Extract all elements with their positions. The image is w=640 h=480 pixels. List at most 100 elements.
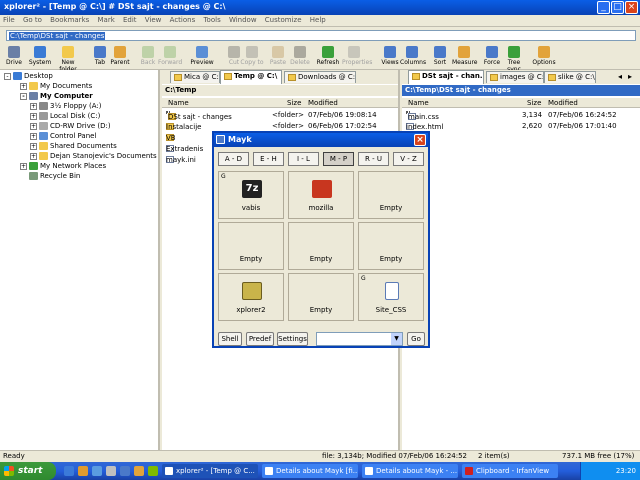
tree-item-control-panel[interactable]: + Control Panel: [30, 132, 96, 142]
tree-item-shared-documents[interactable]: + Shared Documents: [30, 142, 117, 152]
options-button[interactable]: Options: [532, 46, 556, 66]
tree-item-recycle-bin[interactable]: Recycle Bin: [29, 172, 80, 182]
go-button[interactable]: Go: [407, 332, 425, 346]
tree-item-my-computer[interactable]: - My Computer: [20, 92, 93, 102]
minimize-button[interactable]: _: [597, 1, 610, 14]
system-button[interactable]: System: [28, 46, 52, 66]
menu-window[interactable]: Window: [226, 15, 260, 25]
menu-goto[interactable]: Go to: [20, 15, 45, 25]
measure-button[interactable]: Measure: [452, 46, 478, 66]
tree-item-cd-drive[interactable]: + CD-RW Drive (D:): [30, 122, 111, 132]
folder-tree[interactable]: - Desktop + My Documents - My Computer +3½ …: [0, 70, 160, 450]
refresh-button[interactable]: Refresh: [316, 46, 340, 66]
dialog-title-bar[interactable]: Mayk ×: [214, 133, 428, 147]
table-row[interactable]: DSt sajt - changes <folder> 07/Feb/06 19:0…: [162, 110, 398, 121]
settings-button[interactable]: Settings: [277, 332, 308, 346]
task-details-mayk-2[interactable]: Details about Mayk - ...: [362, 464, 458, 478]
menu-bookmarks[interactable]: Bookmarks: [47, 15, 92, 25]
launcher-slot[interactable]: xplorer2: [218, 273, 284, 321]
menu-file[interactable]: File: [0, 15, 18, 25]
menu-mark[interactable]: Mark: [95, 15, 118, 25]
quick-launch-extra-icon[interactable]: [148, 466, 158, 476]
col-size[interactable]: Size: [287, 99, 301, 107]
col-size[interactable]: Size: [527, 99, 541, 107]
launcher-slot[interactable]: G Site_CSS: [358, 273, 424, 321]
tab-downloads[interactable]: Downloads @ C:\: [284, 71, 356, 83]
task-details-mayk-1[interactable]: Details about Mayk [fi...: [262, 464, 358, 478]
tree-item-desktop[interactable]: - Desktop: [4, 72, 53, 82]
properties-button[interactable]: Properties: [342, 46, 372, 66]
tree-item-user-documents[interactable]: + Dejan Stanojevic's Documents: [30, 152, 157, 162]
mayk-dialog[interactable]: Mayk × A - D E - H I - L M - P R - U V -…: [212, 131, 430, 348]
tree-item-network-places[interactable]: + My Network Places: [20, 162, 106, 172]
tab-scroll-left-icon[interactable]: ◂: [618, 72, 622, 81]
quick-launch-media-icon[interactable]: [120, 466, 130, 476]
col-name[interactable]: Name: [168, 99, 189, 107]
launcher-slot[interactable]: G 7z vabis: [218, 171, 284, 219]
title-bar[interactable]: xplorer² - [Temp @ C:\] # DSt sajt - cha…: [0, 0, 640, 15]
range-i-l-button[interactable]: I - L: [288, 152, 319, 166]
predef-button[interactable]: Predef: [246, 332, 274, 346]
views-button[interactable]: Views: [378, 46, 402, 66]
shell-button[interactable]: Shell: [218, 332, 242, 346]
drive-button[interactable]: Drive: [2, 46, 26, 66]
tab-images[interactable]: images @ C:\: [486, 71, 544, 83]
menu-help[interactable]: Help: [307, 15, 329, 25]
col-modified[interactable]: Modified: [308, 99, 338, 107]
tab-slike[interactable]: slike @ C:\: [544, 71, 596, 83]
menu-edit[interactable]: Edit: [120, 15, 140, 25]
range-e-h-button[interactable]: E - H: [253, 152, 284, 166]
tree-item-floppy[interactable]: +3½ Floppy (A:): [30, 102, 101, 112]
columns-button[interactable]: Columns: [400, 46, 426, 66]
range-a-d-button[interactable]: A - D: [218, 152, 249, 166]
clock[interactable]: 23:20: [616, 467, 636, 475]
launcher-slot[interactable]: Empty: [288, 222, 354, 270]
copy-to-button[interactable]: Copy to: [240, 46, 264, 66]
quick-launch-folder-icon[interactable]: [78, 466, 88, 476]
parent-button[interactable]: Parent: [108, 46, 132, 66]
quick-launch-app-icon[interactable]: [106, 466, 116, 476]
close-button[interactable]: ×: [625, 1, 638, 14]
launcher-slot[interactable]: mozilla: [288, 171, 354, 219]
table-row[interactable]: index.html 2,620 07/Feb/06 17:01:40: [402, 121, 640, 131]
maximize-button[interactable]: □: [611, 1, 624, 14]
menu-view[interactable]: View: [142, 15, 165, 25]
launcher-slot[interactable]: Empty: [358, 171, 424, 219]
tab-scroll-right-icon[interactable]: ▸: [628, 72, 632, 81]
start-button[interactable]: start: [0, 462, 56, 480]
tab-mica[interactable]: Mica @ C:\: [170, 71, 220, 83]
quick-launch-desktop-icon[interactable]: [92, 466, 102, 476]
forward-button[interactable]: Forward: [158, 46, 182, 66]
range-r-u-button[interactable]: R - U: [358, 152, 389, 166]
address-input[interactable]: C:\Temp\DSt sajt - changes: [6, 30, 636, 41]
table-row[interactable]: Instalacije <folder> 06/Feb/06 17:02:54: [162, 121, 398, 131]
task-irfanview[interactable]: Clipboard - IrfanView: [462, 464, 558, 478]
quick-launch-tool-icon[interactable]: [134, 466, 144, 476]
tree-item-local-disk[interactable]: + Local Disk (C:): [30, 112, 100, 122]
force-button[interactable]: Force: [480, 46, 504, 66]
tree-sync-button[interactable]: Tree sync: [502, 46, 526, 73]
launcher-slot[interactable]: Empty: [288, 273, 354, 321]
range-m-p-button[interactable]: M - P: [323, 152, 354, 166]
launcher-slot[interactable]: Empty: [218, 222, 284, 270]
table-row[interactable]: main.css 3,134 07/Feb/06 16:24:52: [402, 110, 640, 121]
preview-button[interactable]: Preview: [190, 46, 214, 66]
dialog-close-button[interactable]: ×: [414, 134, 426, 146]
col-modified[interactable]: Modified: [548, 99, 578, 107]
menu-customize[interactable]: Customize: [262, 15, 305, 25]
menu-actions[interactable]: Actions: [167, 15, 199, 25]
tab-temp[interactable]: Temp @ C:\: [220, 70, 282, 84]
launcher-slot[interactable]: Empty: [358, 222, 424, 270]
right-file-pane[interactable]: DSt sajt - chan... images @ C:\ slike @ …: [402, 70, 640, 450]
sort-button[interactable]: Sort: [428, 46, 452, 66]
range-v-z-button[interactable]: V - Z: [393, 152, 424, 166]
delete-button[interactable]: Delete: [288, 46, 312, 66]
chevron-down-icon[interactable]: ▼: [391, 333, 402, 345]
back-button[interactable]: Back: [136, 46, 160, 66]
command-select[interactable]: ▼: [316, 332, 403, 346]
new-folder-button[interactable]: New folder: [56, 46, 80, 73]
task-xplorer2[interactable]: xplorer² - [Temp @ C...: [162, 464, 258, 478]
tree-item-my-documents[interactable]: + My Documents: [20, 82, 92, 92]
paste-button[interactable]: Paste: [266, 46, 290, 66]
col-name[interactable]: Name: [408, 99, 429, 107]
